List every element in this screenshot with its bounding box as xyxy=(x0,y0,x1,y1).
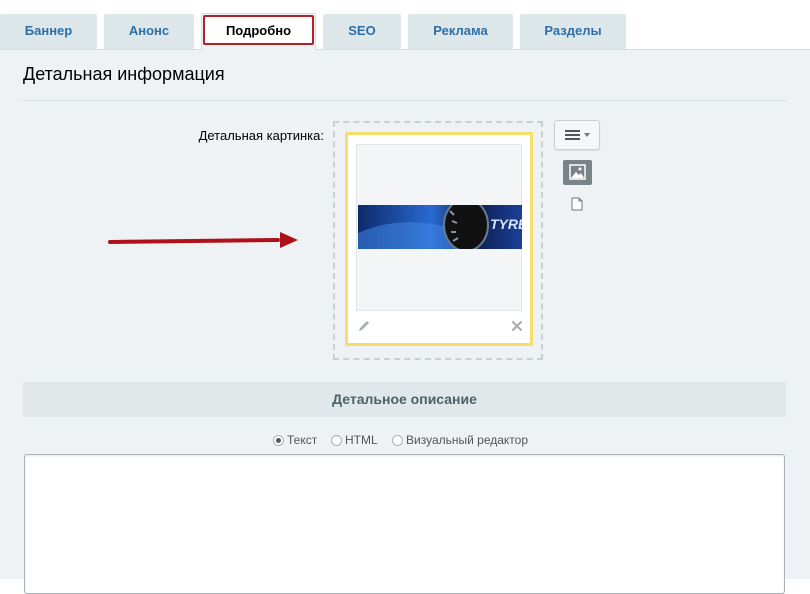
menu-icon xyxy=(565,130,590,140)
radio-icon xyxy=(331,434,342,446)
mode-visual-editor-radio[interactable]: Визуальный редактор xyxy=(392,433,528,447)
mode-text-label: Текст xyxy=(287,433,318,447)
mode-visual-editor-label: Визуальный редактор xyxy=(406,433,529,447)
tab-seo[interactable]: SEO xyxy=(323,14,401,49)
banner-thumbnail: TYRE xyxy=(358,205,522,249)
close-icon[interactable] xyxy=(510,319,524,333)
description-textarea[interactable] xyxy=(24,454,785,594)
tab-banner[interactable]: Баннер xyxy=(0,14,97,49)
section-title: Детальная информация xyxy=(23,64,225,84)
description-mode-group: Текст HTML Визуальный редактор xyxy=(0,433,810,451)
banner-image-text: TYRE xyxy=(490,216,522,232)
section-divider xyxy=(23,100,786,101)
picture-menu-button[interactable] xyxy=(554,120,600,150)
file-icon[interactable] xyxy=(571,197,583,211)
picture-source-button[interactable] xyxy=(563,160,592,185)
mode-html-radio[interactable]: HTML xyxy=(331,433,378,447)
mode-text-radio[interactable]: Текст xyxy=(273,433,317,447)
picture-preview[interactable]: TYRE xyxy=(356,144,522,311)
radio-icon xyxy=(392,434,403,446)
red-arrow-annotation xyxy=(108,232,298,248)
detail-picture-label: Детальная картинка: xyxy=(198,128,324,143)
image-icon xyxy=(569,164,586,180)
radio-checked-icon xyxy=(273,434,284,446)
tab-details-label: Подробно xyxy=(203,15,314,45)
tab-details[interactable]: Подробно xyxy=(201,13,316,50)
pencil-icon[interactable] xyxy=(357,319,371,333)
tab-advertising[interactable]: Реклама xyxy=(408,14,513,49)
description-header: Детальное описание xyxy=(23,382,786,417)
mode-html-label: HTML xyxy=(345,433,378,447)
tyre-banner-image: TYRE xyxy=(358,205,522,249)
picture-preview-card: TYRE xyxy=(345,132,533,346)
tab-announce[interactable]: Анонс xyxy=(104,14,194,49)
tab-sections[interactable]: Разделы xyxy=(520,14,626,49)
tab-bar: Баннер Анонс Подробно SEO Реклама Раздел… xyxy=(0,0,810,50)
